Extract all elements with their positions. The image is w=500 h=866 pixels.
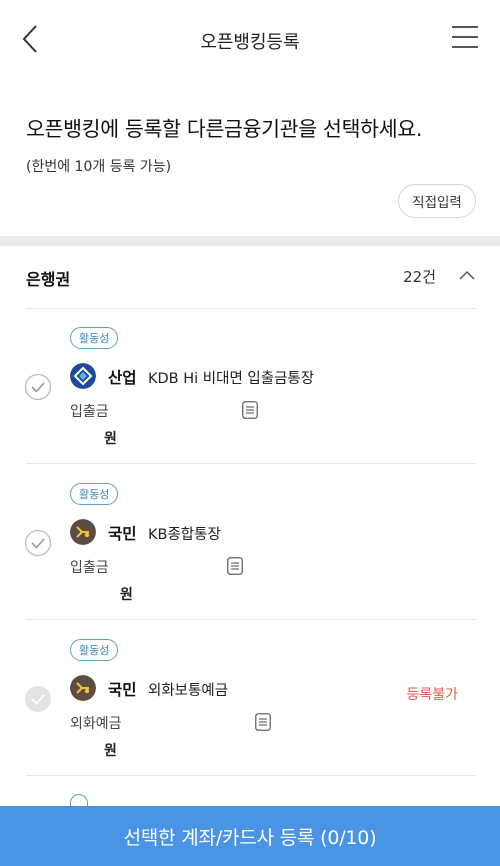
- intro-heading: 오픈뱅킹에 등록할 다른금융기관을 선택하세요.: [26, 117, 423, 141]
- bank-name: 국민: [108, 681, 137, 699]
- account-type: 입출금: [70, 560, 109, 576]
- direct-input-button[interactable]: 직접입력: [398, 184, 476, 218]
- status-badge: 활동성: [70, 639, 119, 661]
- balance-unit: 원: [120, 587, 133, 603]
- list-item[interactable]: 활동성 국민 외화보통예금 등록불가 외화예금 원: [0, 621, 500, 776]
- page-title: 오픈뱅킹등록: [200, 32, 300, 53]
- document-icon[interactable]: [255, 713, 271, 731]
- section-count: 22건: [403, 268, 436, 286]
- account-name: KB종합통장: [148, 527, 221, 543]
- register-selected-button[interactable]: 선택한 계좌/카드사 등록 (0/10): [0, 806, 500, 866]
- bank-section-header[interactable]: 은행권 22건: [26, 260, 476, 294]
- intro-block: 오픈뱅킹에 등록할 다른금융기관을 선택하세요. (한번에 10개 등록 가능): [26, 112, 480, 176]
- kb-logo-icon: [70, 675, 96, 701]
- bank-name: 국민: [108, 525, 137, 543]
- divider: [26, 775, 476, 776]
- account-type: 외화예금: [70, 716, 122, 732]
- menu-button[interactable]: [452, 26, 478, 50]
- kdb-logo-icon: [70, 363, 96, 389]
- divider: [26, 619, 476, 620]
- account-type: 입출금: [70, 404, 109, 420]
- hamburger-icon: [452, 26, 478, 28]
- kb-logo-icon: [70, 519, 96, 545]
- section-title: 은행권: [26, 270, 71, 289]
- section-divider: [0, 236, 500, 246]
- check-circle-disabled-icon: [25, 686, 51, 712]
- check-circle-icon[interactable]: [24, 529, 52, 557]
- balance-unit: 원: [104, 431, 117, 447]
- intro-subtext: (한번에 10개 등록 가능): [26, 159, 172, 175]
- status-badge: 활동성: [70, 483, 119, 505]
- divider: [26, 463, 476, 464]
- list-item[interactable]: 활동성 국민 KB종합통장 입출금 원: [0, 465, 500, 620]
- balance-unit: 원: [104, 743, 117, 759]
- chevron-up-icon[interactable]: [458, 268, 476, 282]
- list-item[interactable]: 활동성 산업 KDB Hi 비대면 입출금통장 입출금 원: [0, 309, 500, 464]
- registration-unavailable-label: 등록불가: [406, 687, 458, 703]
- check-circle-icon[interactable]: [24, 373, 52, 401]
- bank-name: 산업: [108, 369, 137, 387]
- status-badge: 활동성: [70, 327, 119, 349]
- document-icon[interactable]: [242, 401, 258, 419]
- app-header: 오픈뱅킹등록: [0, 0, 500, 80]
- document-icon[interactable]: [227, 557, 243, 575]
- account-name: KDB Hi 비대면 입출금통장: [148, 371, 315, 387]
- account-name: 외화보통예금: [148, 683, 229, 699]
